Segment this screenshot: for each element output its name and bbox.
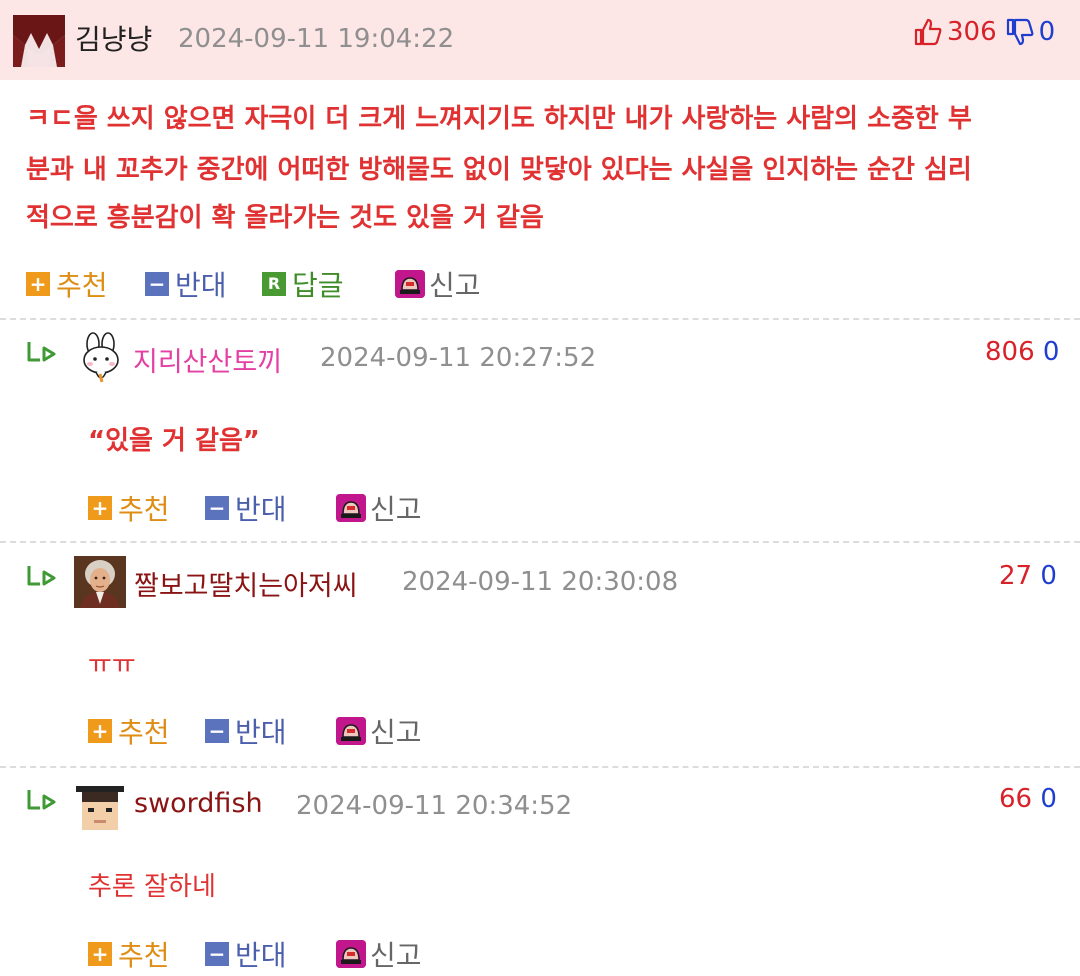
plus-badge-icon: +: [88, 942, 112, 966]
oppose-button[interactable]: − 반대: [205, 934, 287, 974]
minus-badge-icon: −: [205, 942, 229, 966]
avatar[interactable]: [78, 332, 124, 384]
reply-arrow-icon: [26, 788, 60, 816]
comment-down-count: 0: [1040, 561, 1057, 591]
reply-arrow-icon: [26, 564, 60, 592]
divider: [0, 318, 1080, 320]
post-body-line: 적으로 흥분감이 확 올라가는 것도 있을 거 같음: [26, 203, 544, 233]
plus-badge-icon: +: [88, 496, 112, 520]
minus-badge-icon: −: [205, 496, 229, 520]
oppose-button[interactable]: − 반대: [205, 711, 287, 751]
recommend-button[interactable]: + 추천: [88, 488, 170, 528]
minus-badge-icon: −: [205, 719, 229, 743]
avatar[interactable]: [74, 780, 126, 832]
comment-votes: 806 0: [985, 337, 1059, 367]
avatar[interactable]: [74, 556, 126, 608]
reply-label: 답글: [292, 269, 344, 302]
recommend-button[interactable]: + 추천: [88, 711, 170, 751]
thumbs-down-icon[interactable]: [1005, 17, 1035, 47]
siren-icon: [336, 717, 366, 745]
post-up-count: 306: [947, 17, 997, 47]
comment-up-count: 806: [985, 337, 1035, 367]
comment-votes: 27 0: [999, 561, 1057, 591]
report-label: 신고: [370, 493, 422, 526]
post-header: 김냥냥 2024-09-11 19:04:22 306 0: [0, 0, 1080, 80]
comment-date: 2024-09-11 20:30:08: [402, 567, 679, 597]
report-button[interactable]: 신고: [336, 711, 422, 751]
comment-down-count: 0: [1040, 784, 1057, 814]
post-down-count: 0: [1038, 17, 1056, 47]
oppose-label: 반대: [235, 939, 287, 972]
avatar[interactable]: [13, 15, 65, 67]
comment-text: 추론 잘하네: [88, 872, 216, 902]
reply-arrow-icon: [26, 340, 60, 368]
oppose-button[interactable]: − 반대: [205, 488, 287, 528]
comment-author[interactable]: 지리산산토끼: [133, 340, 282, 379]
recommend-label: 추천: [118, 939, 170, 972]
recommend-button[interactable]: + 추천: [88, 934, 170, 974]
oppose-label: 반대: [235, 493, 287, 526]
report-button[interactable]: 신고: [336, 934, 422, 974]
reply-badge-icon: R: [262, 272, 286, 296]
oppose-label: 반대: [175, 269, 227, 302]
divider: [0, 541, 1080, 543]
post-date: 2024-09-11 19:04:22: [178, 24, 455, 54]
comment-date: 2024-09-11 20:34:52: [296, 791, 573, 821]
comment-text: ㅠㅠ: [88, 650, 136, 680]
oppose-label: 반대: [235, 716, 287, 749]
minus-badge-icon: −: [145, 272, 169, 296]
post-body-line: 분과 내 꼬추가 중간에 어떠한 방해물도 없이 맞닿아 있다는 사실을 인지하…: [26, 155, 972, 185]
post-author[interactable]: 김냥냥: [75, 18, 152, 58]
comment-author[interactable]: swordfish: [134, 788, 263, 819]
divider: [0, 766, 1080, 768]
comment-up-count: 27: [999, 561, 1033, 591]
report-button[interactable]: 신고: [395, 264, 481, 304]
post-body-line: ㅋㄷ을 쓰지 않으면 자극이 더 크게 느껴지기도 하지만 내가 사랑하는 사람…: [26, 104, 972, 134]
siren-icon: [336, 494, 366, 522]
siren-icon: [395, 270, 425, 298]
comment-author[interactable]: 짤보고딸치는아저씨: [134, 564, 358, 603]
recommend-label: 추천: [56, 269, 108, 302]
recommend-label: 추천: [118, 716, 170, 749]
plus-badge-icon: +: [88, 719, 112, 743]
plus-badge-icon: +: [26, 272, 50, 296]
comment-date: 2024-09-11 20:27:52: [320, 343, 597, 373]
report-label: 신고: [429, 269, 481, 302]
comment-down-count: 0: [1042, 337, 1060, 367]
recommend-button[interactable]: + 추천: [26, 264, 108, 304]
reply-button[interactable]: R 답글: [262, 264, 344, 304]
comment-votes: 66 0: [999, 784, 1057, 814]
oppose-button[interactable]: − 반대: [145, 264, 227, 304]
report-label: 신고: [370, 939, 422, 972]
siren-icon: [336, 940, 366, 968]
recommend-label: 추천: [118, 493, 170, 526]
post-votes: 306 0: [913, 17, 1055, 47]
report-button[interactable]: 신고: [336, 488, 422, 528]
report-label: 신고: [370, 716, 422, 749]
comment-text: “있을 거 같음”: [88, 426, 260, 456]
thumbs-up-icon[interactable]: [913, 17, 943, 47]
comment-up-count: 66: [999, 784, 1033, 814]
